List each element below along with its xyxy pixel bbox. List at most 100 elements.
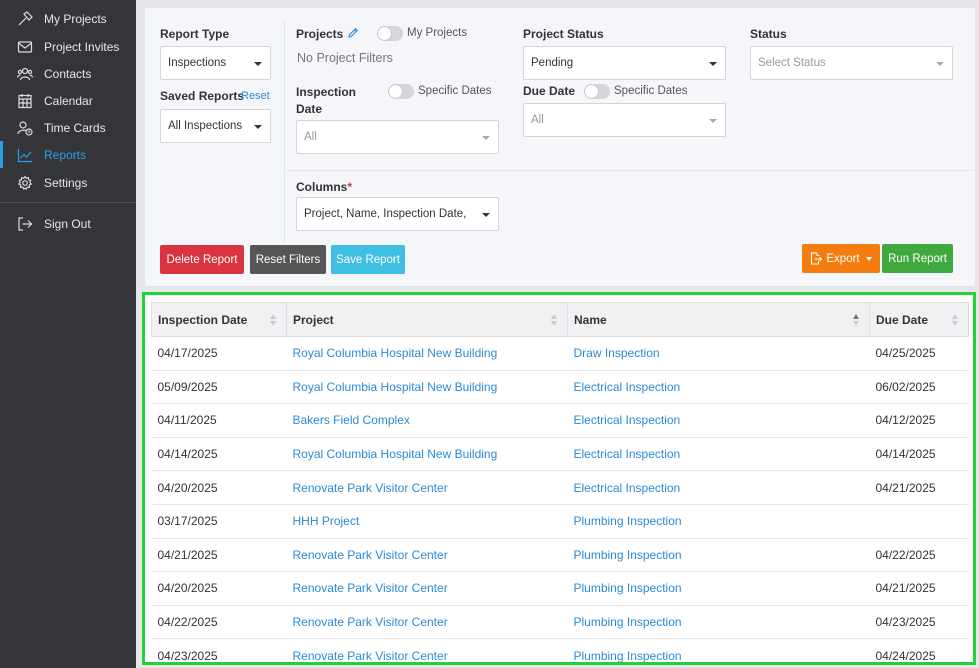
toggle-knob bbox=[389, 85, 402, 98]
inspection-date-placeholder: All bbox=[304, 131, 317, 143]
saved-reports-reset-link[interactable]: Reset bbox=[241, 90, 270, 102]
gear-icon bbox=[17, 175, 33, 191]
sort-icon bbox=[551, 314, 559, 328]
cell-project-link[interactable]: Royal Columbia Hospital New Building bbox=[286, 336, 568, 371]
sidebar-item-reports[interactable]: Reports bbox=[0, 141, 136, 168]
saved-reports-value: All Inspections bbox=[168, 120, 243, 132]
column-header-label: Name bbox=[574, 312, 607, 327]
column-header-label: Project bbox=[293, 312, 334, 327]
cell-inspection-date: 04/17/2025 bbox=[151, 336, 287, 371]
chart-line-icon bbox=[17, 147, 33, 163]
sign-out-button[interactable]: Sign Out bbox=[0, 210, 136, 237]
contacts-icon bbox=[17, 66, 33, 82]
my-projects-toggle-label: My Projects bbox=[407, 27, 468, 39]
report-type-select[interactable]: Inspections bbox=[160, 46, 271, 80]
table-row: 04/20/2025 Renovate Park Visitor Center … bbox=[151, 470, 969, 505]
cell-project-link[interactable]: HHH Project bbox=[286, 504, 568, 539]
sidebar-item-label: Contacts bbox=[44, 67, 92, 81]
table-row: 05/09/2025 Royal Columbia Hospital New B… bbox=[151, 370, 969, 405]
chevron-down-icon bbox=[254, 125, 262, 129]
cell-name-link[interactable]: Plumbing Inspection bbox=[567, 638, 870, 662]
cell-due-date: 04/23/2025 bbox=[869, 605, 969, 640]
column-header-inspection-date[interactable]: Inspection Date bbox=[151, 302, 287, 337]
chevron-down-icon bbox=[936, 62, 944, 66]
cell-name-link[interactable]: Electrical Inspection bbox=[567, 370, 870, 405]
chevron-down-icon bbox=[482, 136, 490, 140]
sidebar-item-project-invites[interactable]: Project Invites bbox=[0, 33, 136, 60]
project-status-value: Pending bbox=[531, 57, 574, 69]
sort-asc-icon bbox=[853, 314, 861, 328]
table-row: 04/22/2025 Renovate Park Visitor Center … bbox=[151, 605, 969, 640]
sidebar-item-label: My Projects bbox=[44, 12, 107, 26]
report-type-value: Inspections bbox=[168, 57, 227, 69]
save-report-button[interactable]: Save Report bbox=[331, 245, 405, 274]
cell-due-date: 04/24/2025 bbox=[869, 638, 969, 662]
cell-name-link[interactable]: Electrical Inspection bbox=[567, 437, 870, 472]
sidebar-item-label: Reports bbox=[44, 148, 87, 162]
sidebar-item-label: Settings bbox=[44, 176, 88, 190]
column-header-project[interactable]: Project bbox=[286, 302, 568, 337]
project-status-label: Project Status bbox=[523, 27, 604, 41]
project-status-select[interactable]: Pending bbox=[523, 46, 726, 80]
saved-reports-label: Saved Reports bbox=[160, 89, 245, 103]
cell-project-link[interactable]: Renovate Park Visitor Center bbox=[286, 470, 568, 505]
columns-value: Project, Name, Inspection Date, bbox=[304, 208, 467, 220]
sidebar-item-calendar[interactable]: Calendar bbox=[0, 87, 136, 114]
sort-icon bbox=[270, 314, 278, 328]
time-card-icon bbox=[17, 120, 33, 136]
toggle-knob bbox=[585, 85, 598, 98]
cell-project-link[interactable]: Royal Columbia Hospital New Building bbox=[286, 437, 568, 472]
cell-inspection-date: 04/14/2025 bbox=[151, 437, 287, 472]
cell-project-link[interactable]: Renovate Park Visitor Center bbox=[286, 571, 568, 606]
column-header-due-date[interactable]: Due Date bbox=[869, 302, 969, 337]
due-date-select[interactable]: All bbox=[523, 103, 726, 137]
cell-name-link[interactable]: Plumbing Inspection bbox=[567, 571, 870, 606]
cell-due-date: 04/14/2025 bbox=[869, 437, 969, 472]
cell-project-link[interactable]: Renovate Park Visitor Center bbox=[286, 638, 568, 662]
cell-inspection-date: 04/22/2025 bbox=[151, 605, 287, 640]
inspection-date-label: Inspection Date bbox=[296, 85, 357, 116]
projects-label: Projects bbox=[296, 27, 344, 41]
inspection-date-toggle-label: Specific Dates bbox=[418, 85, 492, 97]
columns-select[interactable]: Project, Name, Inspection Date, bbox=[296, 197, 499, 231]
cell-project-link[interactable]: Renovate Park Visitor Center bbox=[286, 605, 568, 640]
cell-name-link[interactable]: Plumbing Inspection bbox=[567, 605, 870, 640]
inspection-date-select[interactable]: All bbox=[296, 120, 499, 154]
status-select[interactable]: Select Status bbox=[750, 46, 953, 80]
cell-name-link[interactable]: Plumbing Inspection bbox=[567, 504, 870, 539]
sidebar-item-time-cards[interactable]: Time Cards bbox=[0, 114, 136, 141]
results-table: Inspection Date Project Name Due Date 04… bbox=[151, 302, 969, 662]
cell-name-link[interactable]: Electrical Inspection bbox=[567, 403, 870, 438]
run-report-button[interactable]: Run Report bbox=[882, 244, 953, 273]
cell-inspection-date: 05/09/2025 bbox=[151, 370, 287, 405]
my-projects-toggle[interactable] bbox=[377, 26, 403, 41]
column-header-name[interactable]: Name bbox=[567, 302, 870, 337]
chevron-down-icon bbox=[865, 256, 872, 261]
export-button[interactable]: Export bbox=[802, 244, 880, 273]
sidebar-item-my-projects[interactable]: My Projects bbox=[0, 5, 136, 32]
reset-filters-button[interactable]: Reset Filters bbox=[250, 245, 326, 274]
cell-name-link[interactable]: Draw Inspection bbox=[567, 336, 870, 371]
cell-project-link[interactable]: Bakers Field Complex bbox=[286, 403, 568, 438]
cell-name-link[interactable]: Plumbing Inspection bbox=[567, 538, 870, 573]
sidebar-item-label: Sign Out bbox=[44, 217, 91, 231]
column-header-label: Due Date bbox=[876, 312, 929, 327]
export-file-icon bbox=[810, 252, 823, 265]
column-header-label: Inspection Date bbox=[158, 312, 248, 327]
sort-icon bbox=[952, 314, 960, 328]
cell-project-link[interactable]: Renovate Park Visitor Center bbox=[286, 538, 568, 573]
cell-name-link[interactable]: Electrical Inspection bbox=[567, 470, 870, 505]
inspection-date-specific-toggle[interactable] bbox=[388, 84, 414, 99]
saved-reports-select[interactable]: All Inspections bbox=[160, 109, 271, 143]
cell-due-date: 04/12/2025 bbox=[869, 403, 969, 438]
chevron-down-icon bbox=[709, 62, 717, 66]
calendar-icon bbox=[17, 93, 33, 109]
sidebar-item-contacts[interactable]: Contacts bbox=[0, 60, 136, 87]
delete-report-button[interactable]: Delete Report bbox=[160, 245, 244, 274]
columns-label: Columns* bbox=[296, 180, 352, 194]
sidebar-item-settings[interactable]: Settings bbox=[0, 169, 136, 196]
cell-project-link[interactable]: Royal Columbia Hospital New Building bbox=[286, 370, 568, 405]
pencil-icon[interactable] bbox=[347, 27, 359, 39]
due-date-specific-toggle[interactable] bbox=[584, 84, 610, 99]
due-date-label: Due Date bbox=[523, 84, 576, 98]
